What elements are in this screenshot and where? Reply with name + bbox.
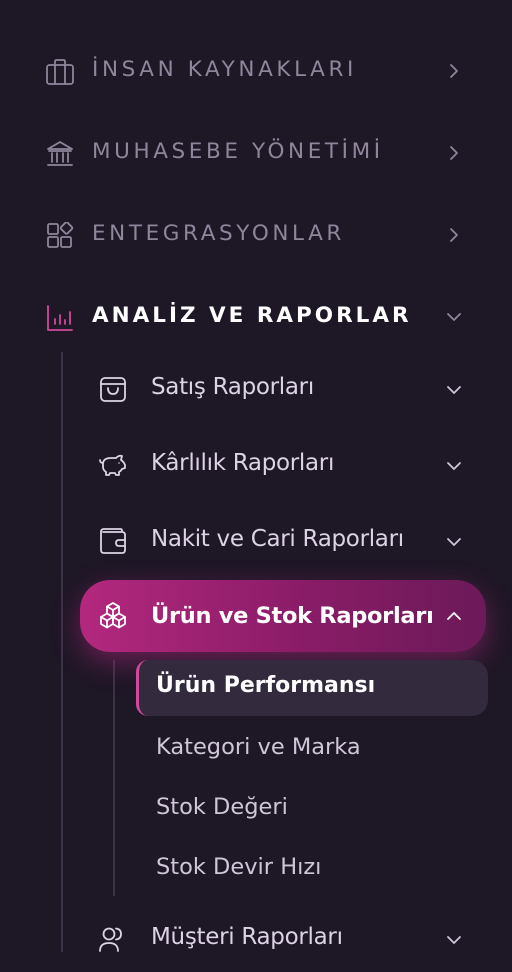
group-label: Ürün ve Stok Raporları bbox=[151, 603, 434, 629]
section-label: İNSAN KAYNAKLARI bbox=[92, 57, 357, 82]
sub-item-urun-performansi[interactable]: Ürün Performansı bbox=[136, 660, 488, 716]
sub-item-label: Ürün Performansı bbox=[156, 673, 376, 698]
bar-chart-icon bbox=[47, 305, 73, 331]
group-label: Müşteri Raporları bbox=[151, 924, 343, 950]
apps-icon bbox=[47, 222, 74, 248]
group-satis-raporlari[interactable]: Satış Raporları bbox=[80, 352, 486, 422]
sub-item-label: Stok Devir Hızı bbox=[156, 854, 322, 880]
boxes-icon bbox=[100, 602, 126, 629]
shopping-bag-icon bbox=[100, 377, 126, 402]
chevron-down-icon bbox=[447, 538, 461, 546]
chevron-up-icon bbox=[447, 612, 461, 620]
wallet-icon bbox=[100, 528, 126, 554]
piggy-bank-icon bbox=[99, 454, 126, 476]
group-label: Satış Raporları bbox=[151, 374, 314, 400]
chevron-down-icon bbox=[447, 313, 461, 321]
chevron-right-icon bbox=[450, 64, 458, 78]
chevron-down-icon bbox=[447, 386, 461, 394]
section-label: ENTEGRASYONLAR bbox=[92, 221, 345, 246]
section-entegrasyonlar[interactable]: ENTEGRASYONLAR bbox=[0, 206, 512, 262]
chevron-right-icon bbox=[450, 146, 458, 160]
sub-item-kategori-ve-marka[interactable]: Kategori ve Marka bbox=[136, 720, 488, 776]
sub-item-stok-devir-hizi[interactable]: Stok Devir Hızı bbox=[136, 840, 488, 896]
group-urun-ve-stok-raporlari[interactable]: Ürün ve Stok Raporları bbox=[80, 580, 486, 652]
section-muhasebe-yonetimi[interactable]: MUHASEBE YÖNETİMİ bbox=[0, 124, 512, 180]
section-label: ANALİZ VE RAPORLAR bbox=[92, 303, 412, 328]
chevron-right-icon bbox=[450, 228, 458, 242]
chevron-down-icon bbox=[447, 936, 461, 944]
chevron-down-icon bbox=[447, 462, 461, 470]
group-label: Nakit ve Cari Raporları bbox=[151, 526, 404, 552]
section-analiz-ve-raporlar[interactable]: ANALİZ VE RAPORLAR bbox=[0, 288, 512, 344]
briefcase-icon bbox=[46, 59, 74, 85]
sub-item-label: Stok Değeri bbox=[156, 794, 288, 820]
users-icon bbox=[99, 927, 122, 952]
group-karlilik-raporlari[interactable]: Kârlılık Raporları bbox=[80, 428, 486, 498]
section-label: MUHASEBE YÖNETİMİ bbox=[92, 139, 384, 164]
group-label: Kârlılık Raporları bbox=[151, 450, 335, 476]
settings-icon[interactable] bbox=[48, 0, 72, 3]
bank-icon bbox=[47, 141, 73, 166]
sub-item-stok-degeri[interactable]: Stok Değeri bbox=[136, 780, 488, 836]
sub-item-label: Kategori ve Marka bbox=[156, 734, 361, 760]
sidebar-nav: İNSAN KAYNAKLARI MUHASEBE YÖNETİMİ ENTEG… bbox=[0, 0, 512, 952]
group-musteri-raporlari[interactable]: Müşteri Raporları bbox=[80, 902, 486, 972]
section-insan-kaynaklari[interactable]: İNSAN KAYNAKLARI bbox=[0, 42, 512, 98]
tree-connector-line bbox=[61, 352, 63, 952]
group-nakit-ve-cari-raporlari[interactable]: Nakit ve Cari Raporları bbox=[80, 504, 486, 574]
subtree-connector-line bbox=[113, 660, 115, 896]
